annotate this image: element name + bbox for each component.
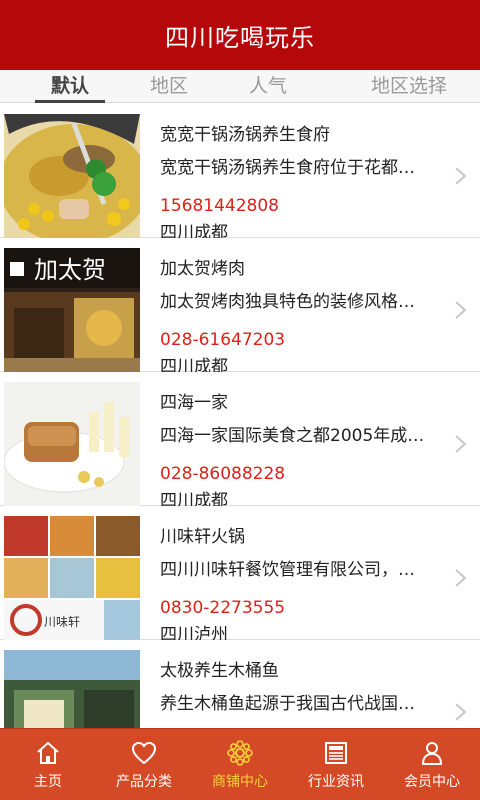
nav-industry-news-label: 行业资讯 — [308, 774, 364, 790]
shop-phone[interactable]: 15681442808 — [160, 192, 450, 220]
tab-active-indicator — [35, 100, 105, 103]
tab-popularity[interactable]: 人气 — [198, 70, 338, 103]
chevron-right-icon — [455, 703, 467, 721]
nav-product-categories[interactable]: 产品分类 — [96, 729, 192, 800]
tab-region[interactable]: 地区 — [140, 70, 198, 103]
shop-list: 宽宽干锅汤锅养生食府 宽宽干锅汤锅养生食府位于花都… 15681442808 四… — [0, 104, 480, 728]
shop-thumbnail — [4, 114, 140, 238]
heart-icon — [131, 741, 157, 765]
nav-industry-news[interactable]: 行业资讯 — [288, 729, 384, 800]
shop-name: 四海一家 — [160, 393, 228, 413]
chevron-right-icon — [455, 301, 467, 319]
shop-description: 宽宽干锅汤锅养生食府位于花都… — [160, 158, 415, 178]
list-item[interactable]: 太极养生木桶鱼 养生木桶鱼起源于我国古代战国… — [0, 640, 480, 728]
tab-popularity-label: 人气 — [248, 75, 287, 97]
bottom-navigation: 主页 产品分类 商铺中心 行业资讯 会员中心 — [0, 728, 480, 800]
nav-product-categories-label: 产品分类 — [116, 774, 172, 790]
list-item[interactable]: 四海一家 四海一家国际美食之都2005年成… 028-86088228 四川成都 — [0, 372, 480, 511]
shop-phone[interactable]: 028-86088228 — [160, 460, 450, 488]
list-item[interactable]: 川味轩 川味轩火锅 四川川味轩餐饮管理有限公司，… 0830-2273555 四… — [0, 506, 480, 645]
shop-description: 加太贺烤肉独具特色的装修风格… — [160, 292, 415, 312]
nav-home[interactable]: 主页 — [0, 729, 96, 800]
shop-name: 太极养生木桶鱼 — [160, 661, 279, 681]
shop-thumbnail — [4, 382, 140, 506]
tab-region-select[interactable]: 地区选择 — [338, 70, 480, 103]
shop-description: 四川川味轩餐饮管理有限公司，… — [160, 560, 415, 580]
shop-description: 养生木桶鱼起源于我国古代战国… — [160, 694, 415, 714]
app-header: 四川吃喝玩乐 — [0, 0, 480, 70]
list-item[interactable]: 宽宽干锅汤锅养生食府 宽宽干锅汤锅养生食府位于花都… 15681442808 四… — [0, 104, 480, 243]
filter-tabs: 默认 地区 人气 地区选择 — [0, 70, 480, 103]
nav-shop-center-label: 商铺中心 — [212, 774, 268, 790]
chevron-right-icon — [455, 435, 467, 453]
shop-phone[interactable]: 0830-2273555 — [160, 594, 450, 622]
shop-name: 宽宽干锅汤锅养生食府 — [160, 125, 330, 145]
shop-description: 四海一家国际美食之都2005年成… — [160, 426, 425, 446]
tab-default[interactable]: 默认 — [0, 70, 140, 103]
person-icon — [421, 742, 443, 765]
news-icon — [325, 742, 347, 764]
page-title: 四川吃喝玩乐 — [165, 23, 315, 52]
nav-shop-center[interactable]: 商铺中心 — [192, 729, 288, 800]
nav-home-label: 主页 — [34, 774, 62, 790]
shop-name: 川味轩火锅 — [160, 527, 245, 547]
chevron-right-icon — [455, 167, 467, 185]
home-icon — [37, 741, 59, 764]
shop-sign-text: 加太贺 — [34, 256, 106, 284]
tab-region-select-label: 地区选择 — [370, 75, 447, 97]
shop-thumbnail: 加太贺 — [4, 248, 140, 372]
shop-sign-text: 川味轩 — [44, 615, 80, 629]
flower-gear-icon — [227, 740, 253, 766]
shop-thumbnail: 川味轩 — [4, 516, 140, 640]
list-item[interactable]: 加太贺 加太贺烤肉 加太贺烤肉独具特色的装修风格… 028-61647203 四… — [0, 238, 480, 377]
shop-thumbnail — [4, 650, 140, 728]
shop-name: 加太贺烤肉 — [160, 259, 245, 279]
nav-member-center-label: 会员中心 — [404, 774, 460, 790]
tab-region-label: 地区 — [149, 75, 188, 97]
shop-phone[interactable]: 028-61647203 — [160, 326, 450, 354]
tab-default-label: 默认 — [50, 75, 89, 97]
nav-member-center[interactable]: 会员中心 — [384, 729, 480, 800]
chevron-right-icon — [455, 569, 467, 587]
